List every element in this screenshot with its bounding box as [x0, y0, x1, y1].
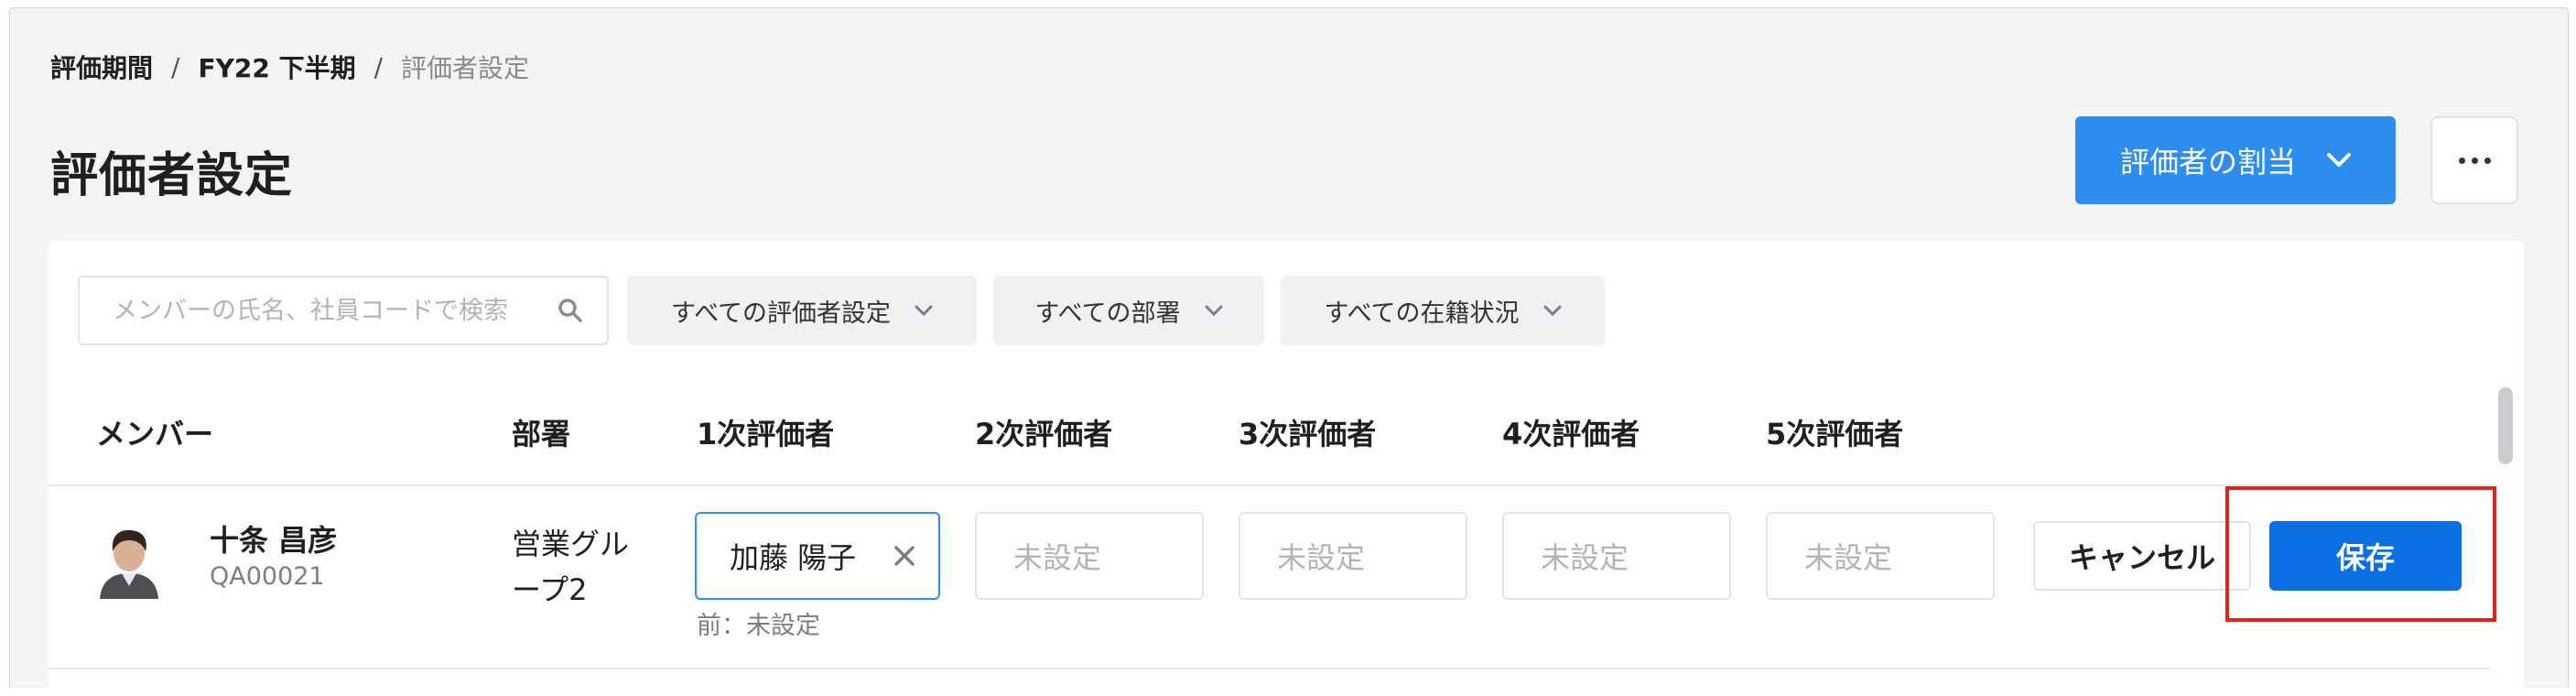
member-department: 営業グループ2 [512, 527, 630, 607]
evaluator-2-value: 未設定 [1013, 540, 1102, 575]
page-title: 評価者設定 [50, 148, 294, 203]
evaluator-1-previous: 前：未設定 [697, 612, 820, 640]
more-horizontal-icon [2458, 157, 2465, 164]
vertical-scrollbar[interactable] [2495, 380, 2516, 696]
row-divider [49, 668, 2491, 669]
evaluator-5-value: 未設定 [1804, 540, 1893, 575]
evaluator-4-field[interactable]: 未設定 [1502, 512, 1731, 600]
column-header-evaluator-3: 3次評価者 [1239, 417, 1377, 451]
column-header-member: メンバー [96, 417, 214, 451]
breadcrumb-separator: / [171, 51, 180, 82]
more-options-button[interactable] [2430, 116, 2518, 204]
avatar [94, 520, 164, 599]
close-icon[interactable] [893, 544, 916, 568]
assign-evaluator-label: 評価者の割当 [2119, 145, 2296, 179]
more-horizontal-icon [2471, 157, 2478, 164]
breadcrumb-fy22[interactable]: FY22 下半期 [198, 49, 355, 85]
chevron-down-icon [1205, 305, 1223, 316]
evaluator-2-field[interactable]: 未設定 [975, 512, 1204, 600]
member-search[interactable] [78, 276, 609, 345]
breadcrumb-current: 評価者設定 [401, 53, 530, 83]
search-input[interactable] [111, 295, 557, 326]
assign-evaluator-button[interactable]: 評価者の割当 [2075, 116, 2396, 204]
cancel-button[interactable]: キャンセル [2033, 521, 2251, 591]
save-button-highlight [2225, 486, 2496, 622]
evaluator-1-value: 加藤 陽子 [730, 540, 857, 575]
evaluator-3-field[interactable]: 未設定 [1239, 512, 1467, 600]
evaluator-1-field[interactable]: 加藤 陽子 [695, 512, 940, 600]
employment-status-filter[interactable]: すべての在籍状況 [1281, 276, 1605, 345]
chevron-down-icon [2327, 153, 2351, 167]
chevron-down-icon [1543, 305, 1562, 316]
search-icon[interactable] [557, 298, 583, 323]
column-header-evaluator-5: 5次評価者 [1766, 417, 1904, 451]
department-filter[interactable]: すべての部署 [993, 276, 1264, 345]
evaluator-5-field[interactable]: 未設定 [1766, 512, 1995, 600]
department-filter-label: すべての部署 [1034, 299, 1181, 328]
member-name: 十条 昌彦 [210, 523, 338, 558]
header-divider [49, 484, 2491, 486]
evaluator-4-value: 未設定 [1541, 540, 1629, 575]
evaluator-setting-filter-label: すべての評価者設定 [670, 299, 892, 328]
more-horizontal-icon [2484, 157, 2491, 164]
column-header-evaluator-4: 4次評価者 [1502, 417, 1640, 451]
breadcrumb-separator: / [373, 51, 384, 82]
employment-status-filter-label: すべての在籍状況 [1324, 299, 1520, 328]
breadcrumb-evaluation-period[interactable]: 評価期間 [50, 49, 153, 85]
breadcrumb: 評価期間 / FY22 下半期 / 評価者設定 [50, 49, 529, 85]
scrollbar-thumb[interactable] [2498, 387, 2513, 464]
evaluator-3-value: 未設定 [1277, 540, 1366, 575]
column-header-evaluator-1: 1次評価者 [697, 417, 835, 451]
member-code: QA00021 [210, 562, 325, 591]
evaluator-table-card: すべての評価者設定 すべての部署 すべての在籍状況 メンバー 部署 1次評価者 … [49, 241, 2524, 696]
column-header-department: 部署 [512, 417, 571, 451]
column-header-evaluator-2: 2次評価者 [975, 417, 1113, 451]
evaluator-setting-filter[interactable]: すべての評価者設定 [627, 276, 977, 345]
chevron-down-icon [915, 305, 933, 316]
evaluator-settings-page: 評価期間 / FY22 下半期 / 評価者設定 評価者設定 評価者の割当 すべて… [9, 7, 2569, 696]
